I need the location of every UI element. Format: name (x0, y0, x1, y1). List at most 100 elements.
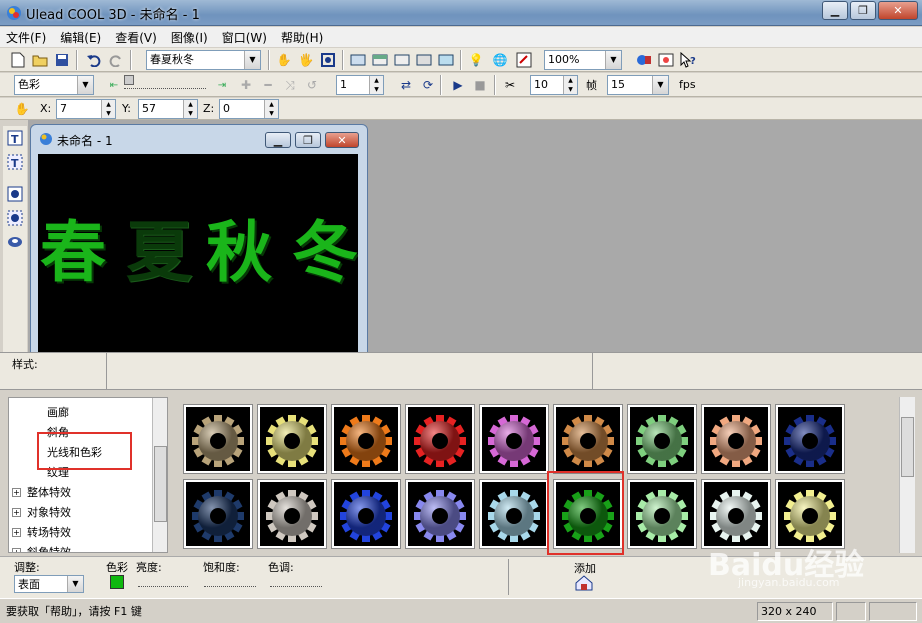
open-icon[interactable] (30, 50, 50, 70)
view-front-icon[interactable] (348, 50, 368, 70)
new-icon[interactable] (8, 50, 28, 70)
expand-icon[interactable]: + (12, 488, 21, 497)
style-thumbnail[interactable] (405, 404, 475, 474)
doc-close-button[interactable]: ✕ (325, 132, 359, 148)
style-thumbnail[interactable] (257, 404, 327, 474)
minimize-button[interactable]: ▁ (822, 1, 848, 20)
zoom-select[interactable]: 100% ▼ (544, 50, 622, 70)
style-thumbnail[interactable] (183, 404, 253, 474)
properties-icon[interactable] (514, 50, 534, 70)
tree-item-global-fx[interactable]: 整体特效 (27, 484, 71, 500)
timeline-thumb[interactable] (124, 75, 134, 85)
wizard-icon[interactable] (634, 50, 654, 70)
tree-item-gallery[interactable]: 画廊 (47, 404, 69, 420)
timeline-slider[interactable] (124, 77, 206, 89)
menu-edit[interactable]: 编辑(E) (60, 29, 101, 46)
scroll-thumb[interactable] (901, 417, 914, 477)
expand-icon[interactable]: + (12, 548, 21, 552)
play-icon[interactable]: ▶ (448, 75, 468, 95)
close-button[interactable]: ✕ (878, 1, 918, 20)
context-help-icon[interactable]: ? (678, 50, 698, 70)
fps-select[interactable]: 15 ▼ (607, 75, 669, 95)
export-icon[interactable] (656, 50, 676, 70)
style-thumbnail[interactable] (331, 479, 401, 549)
menu-image[interactable]: 图像(I) (171, 29, 208, 46)
z-input[interactable]: 0 ▲ ▼ (219, 99, 279, 119)
first-frame-icon[interactable]: ⇤ (104, 75, 124, 95)
style-thumbnail[interactable] (627, 479, 697, 549)
frame-number-input[interactable]: 1 ▲ ▼ (336, 75, 384, 95)
speed-icon[interactable]: ✂ (500, 75, 520, 95)
save-icon[interactable] (52, 50, 72, 70)
hue-slider[interactable] (270, 575, 322, 587)
saturation-slider[interactable] (204, 575, 256, 587)
edit-text-icon[interactable]: T (5, 152, 25, 172)
undo-icon[interactable] (84, 50, 104, 70)
expand-icon[interactable]: + (12, 528, 21, 537)
spin-buttons[interactable]: ▲ ▼ (369, 76, 383, 94)
spin-buttons[interactable]: ▲ ▼ (264, 100, 278, 118)
attribute-select[interactable]: 色彩 ▼ (14, 75, 94, 95)
add-to-palette-icon[interactable] (574, 573, 594, 593)
text-object-select[interactable]: 春夏秋冬 ▼ (146, 50, 261, 70)
style-thumbnail[interactable] (775, 404, 845, 474)
scroll-thumb[interactable] (154, 446, 167, 522)
menu-view[interactable]: 查看(V) (115, 29, 157, 46)
style-thumbnail[interactable] (331, 404, 401, 474)
style-thumbnail[interactable] (405, 479, 475, 549)
loop-icon[interactable]: ⇄ (396, 75, 416, 95)
reverse-icon[interactable]: ↺ (302, 75, 322, 95)
menu-help[interactable]: 帮助(H) (281, 29, 323, 46)
move-hand-icon[interactable]: ✋ (274, 50, 294, 70)
style-thumbnail[interactable] (553, 404, 623, 474)
spin-buttons[interactable]: ▲ ▼ (183, 100, 197, 118)
style-thumbnail[interactable] (701, 479, 771, 549)
color-swatch[interactable] (110, 575, 124, 589)
style-thumbnail[interactable] (479, 479, 549, 549)
edit-graphic-icon[interactable] (5, 208, 25, 228)
menu-window[interactable]: 窗口(W) (222, 29, 267, 46)
speed-input[interactable]: 10 ▲ ▼ (530, 75, 578, 95)
x-input[interactable]: 7 ▲ ▼ (56, 99, 116, 119)
brightness-slider[interactable] (138, 575, 188, 587)
tree-item-object-fx[interactable]: 对象特效 (27, 504, 71, 520)
style-thumbnail[interactable] (627, 404, 697, 474)
doc-maximize-button[interactable]: ❐ (295, 132, 321, 148)
style-thumbnail[interactable] (257, 479, 327, 549)
redo-icon[interactable] (106, 50, 126, 70)
expand-icon[interactable]: + (12, 508, 21, 517)
stop-icon[interactable]: ■ (470, 75, 490, 95)
view-top-icon[interactable] (370, 50, 390, 70)
tree-item-bevel-fx[interactable]: 斜角特效 (27, 544, 71, 552)
tree-scrollbar[interactable] (152, 398, 167, 552)
style-thumbnail[interactable] (183, 479, 253, 549)
rotate-hand-icon[interactable]: 🖐 (296, 50, 316, 70)
style-thumbnail[interactable] (479, 404, 549, 474)
resize-icon[interactable] (318, 50, 338, 70)
adjust-select[interactable]: 表面 ▼ (14, 575, 84, 593)
repeat-icon[interactable]: ⟳ (418, 75, 438, 95)
geometry-icon[interactable] (5, 232, 25, 252)
view-reset-icon[interactable] (436, 50, 456, 70)
add-keyframe-icon[interactable]: ✚ (236, 75, 256, 95)
style-thumbnail[interactable] (701, 404, 771, 474)
tree-item-transition-fx[interactable]: 转场特效 (27, 524, 71, 540)
split-icon[interactable]: ⤨ (280, 75, 300, 95)
spin-buttons[interactable]: ▲ ▼ (101, 100, 115, 118)
preview-canvas[interactable]: 春 夏 秋 冬 (38, 154, 358, 354)
remove-keyframe-icon[interactable]: ━ (258, 75, 278, 95)
doc-minimize-button[interactable]: ▁ (265, 132, 291, 148)
style-thumbnail[interactable] (775, 479, 845, 549)
y-input[interactable]: 57 ▲ ▼ (138, 99, 198, 119)
last-frame-icon[interactable]: ⇥ (212, 75, 232, 95)
globe-icon[interactable]: 🌐 (490, 50, 510, 70)
thumb-scrollbar[interactable] (899, 397, 915, 553)
view-back-icon[interactable] (414, 50, 434, 70)
spin-buttons[interactable]: ▲ ▼ (563, 76, 577, 94)
light-bulb-icon[interactable]: 💡 (466, 50, 486, 70)
menu-file[interactable]: 文件(F) (6, 29, 46, 46)
maximize-button[interactable]: ❐ (850, 1, 876, 20)
insert-graphic-icon[interactable] (5, 184, 25, 204)
insert-text-icon[interactable]: T (5, 128, 25, 148)
hand-icon[interactable]: ✋ (12, 99, 32, 119)
